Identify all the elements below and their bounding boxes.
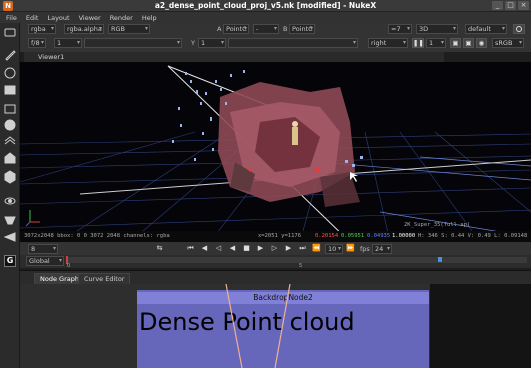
node-toolbar-icons	[3, 28, 16, 242]
viewer-3d-scene	[20, 65, 531, 242]
next-frame-button[interactable]: ▷	[270, 244, 279, 253]
filter-toolset-icon	[4, 119, 16, 131]
fstop-dropdown[interactable]: f/8	[28, 38, 46, 48]
pause-icon: ❚❚	[413, 39, 424, 47]
maximize-button[interactable]: □	[505, 1, 516, 10]
sample-a: 1.00000	[392, 233, 416, 239]
input-a-label: A	[217, 25, 222, 33]
gear-icon	[516, 26, 522, 32]
stop-button[interactable]: ■	[242, 244, 251, 253]
keyer-toolset-icon	[4, 136, 16, 145]
input-b-label: B	[283, 25, 288, 33]
skip-back-button[interactable]: ⏪	[312, 244, 321, 253]
pause-viewer-button[interactable]: ❚❚	[412, 38, 424, 48]
frame-increment-field[interactable]: 10	[325, 244, 343, 254]
first-frame-button[interactable]: ⏮	[186, 244, 195, 253]
other-toolset-icon	[3, 232, 16, 242]
timeline: Global 0 5	[20, 255, 531, 269]
gamma-field[interactable]: 1	[198, 38, 226, 48]
input-a-dropdown[interactable]: PointC	[223, 24, 249, 34]
prev-frame-button[interactable]: ◁	[214, 244, 223, 253]
play-forward-button[interactable]: ▶	[256, 244, 265, 253]
tab-viewer1[interactable]: Viewer1	[38, 53, 64, 61]
gain-slider[interactable]	[84, 38, 182, 48]
play-backward-button[interactable]: ◀	[228, 244, 237, 253]
axis-gizmo	[25, 210, 40, 227]
timeline-track[interactable]	[66, 256, 527, 264]
pixel-coords: x=2051 y=1176	[258, 233, 302, 239]
keyframe-marker	[438, 257, 442, 262]
node-graph-dark-area	[430, 284, 531, 368]
roi-button[interactable]: ▣	[450, 38, 461, 48]
viewer-toolbar: rgba rgba.alpha RGB A PointC - B PointC …	[20, 23, 531, 52]
format-info: 3072x2048 bbox: 0 0 3072 2048 channels: …	[24, 233, 170, 239]
view-mode-dropdown[interactable]: 3D	[416, 24, 458, 34]
hsv-readout: H: 346 S: 0.44 V: 0.49 L: 0.09148	[418, 233, 528, 239]
sample-b: 0.04935	[367, 233, 391, 239]
viewer-settings-button[interactable]	[513, 24, 525, 34]
transport-bar: 8 ⇆ ⏮ ◀ ◁ ◀ ■ ▶ ▷ ▶ ⏭ ⏪ 10 ⏩ fps 24	[20, 242, 531, 255]
draw-toolset-icon	[5, 50, 16, 61]
alpha-channel-dropdown[interactable]: rgba.alpha	[64, 24, 104, 34]
close-button[interactable]: ×	[518, 1, 529, 10]
timeline-start-tick: 0	[67, 263, 71, 269]
timeline-mid-tick: 5	[299, 263, 303, 269]
title-bar: N a2_dense_point_cloud_proj_v5.nk [modif…	[0, 0, 531, 12]
input-b-dropdown[interactable]: PointC	[289, 24, 315, 34]
viewer-tab-bar: Viewer1	[24, 52, 444, 62]
menu-render[interactable]: Render	[110, 14, 133, 22]
menu-viewer[interactable]: Viewer	[79, 14, 101, 22]
gamma-slider[interactable]	[228, 38, 358, 48]
color-toolset-icon	[4, 104, 16, 114]
proxy-frame-dropdown[interactable]: 1	[426, 38, 446, 48]
skip-forward-button[interactable]: ⏩	[346, 244, 355, 253]
channels-dropdown[interactable]: rgba	[28, 24, 56, 34]
menu-help[interactable]: Help	[142, 14, 157, 22]
point-cloud-church	[218, 82, 360, 207]
clipping-warning-button[interactable]: ▣	[463, 38, 474, 48]
channel-toolset-icon	[4, 85, 16, 89]
menu-layout[interactable]: Layout	[47, 14, 69, 22]
deep-toolset-icon	[4, 216, 16, 225]
minimize-button[interactable]: _	[492, 1, 503, 10]
compare-mode-dropdown[interactable]: -	[253, 24, 279, 34]
fps-label: fps	[360, 245, 370, 253]
gizmo-toolset-icon[interactable]: G	[4, 255, 16, 267]
3d-toolset-icon	[4, 170, 16, 184]
menu-bar: File Edit Layout Viewer Render Help	[0, 12, 531, 23]
lock-button[interactable]: ◉	[476, 38, 487, 48]
tab-curve-editor[interactable]: Curve Editor	[78, 273, 131, 284]
format-label: 2K_Super_35(full-ap)	[404, 222, 471, 228]
menu-edit[interactable]: Edit	[26, 14, 39, 22]
viewer-info-bar: 3072x2048 bbox: 0 0 3072 2048 channels: …	[20, 231, 531, 242]
time-toolset-icon	[4, 67, 16, 79]
last-frame-button[interactable]: ⏭	[298, 244, 307, 253]
menu-file[interactable]: File	[6, 14, 17, 22]
zoom-dropdown[interactable]: =7	[388, 24, 412, 34]
stereo-view-dropdown[interactable]: right	[368, 38, 408, 48]
lock-icon: ◉	[478, 39, 485, 47]
sample-r: 0.20154	[315, 233, 339, 239]
camera-dropdown[interactable]: default	[465, 24, 507, 34]
fps-field[interactable]: 24	[372, 244, 392, 254]
node-graph-canvas[interactable]: BackdropNode2 Dense Point cloud	[20, 284, 531, 368]
frame-field[interactable]: 8	[28, 244, 58, 254]
node-toolbar: G	[0, 23, 20, 368]
roi-icon: ▣	[452, 39, 459, 47]
window-title: a2_dense_point_cloud_proj_v5.nk [modifie…	[154, 1, 377, 10]
display-channels-dropdown[interactable]: RGB	[108, 24, 150, 34]
merge-toolset-icon	[4, 152, 16, 164]
viewer-lut-dropdown[interactable]: sRGB	[492, 38, 524, 48]
sample-g: 0.05951	[341, 233, 365, 239]
bottom-panel-tabs: Node Graph Curve Editor	[20, 270, 531, 284]
prev-keyframe-button[interactable]: ◀	[200, 244, 209, 253]
viewer-toolset-icon	[4, 28, 16, 37]
playback-range-button[interactable]: ⇆	[155, 244, 164, 253]
next-keyframe-button[interactable]: ▶	[284, 244, 293, 253]
timeline-range-dropdown[interactable]: Global	[26, 256, 64, 266]
clipping-warning-icon: ▣	[465, 39, 472, 47]
gamma-label: Y	[191, 39, 195, 47]
viewer-canvas[interactable]: 2K_Super_35(full-ap)	[20, 62, 531, 242]
gain-field[interactable]: 1	[54, 38, 82, 48]
